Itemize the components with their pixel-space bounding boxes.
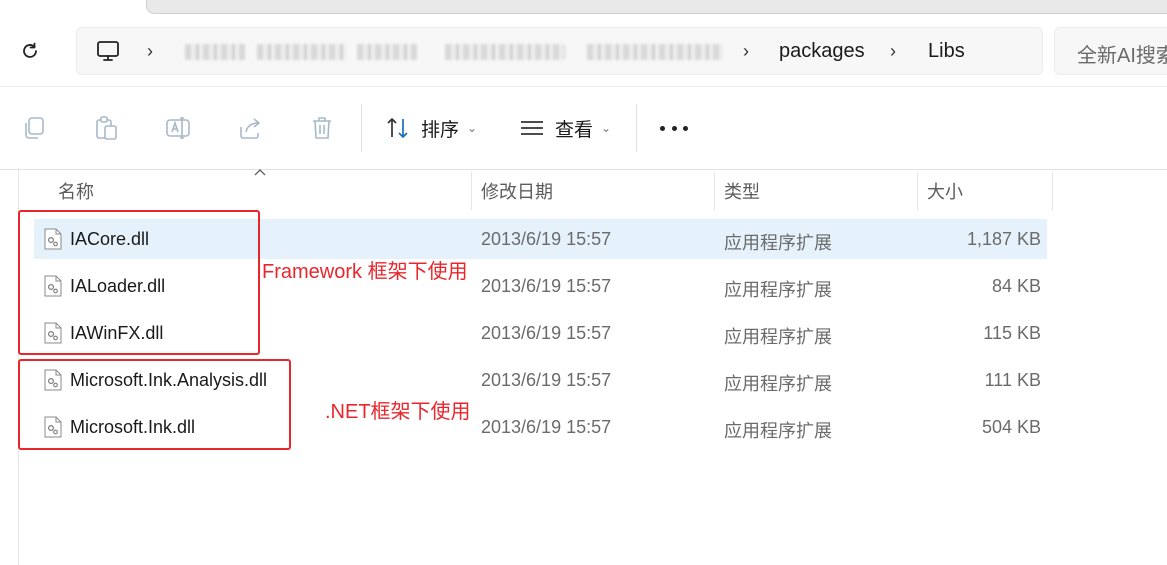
address-bar[interactable]: › › packages › Libs — [76, 27, 1043, 75]
redacted-path-segment — [587, 44, 723, 60]
chevron-down-icon: ⌄ — [467, 121, 478, 135]
annotation-box-dotnet — [18, 359, 291, 450]
column-divider[interactable] — [714, 172, 715, 210]
sort-label: 排序 — [421, 119, 460, 141]
breadcrumb-libs[interactable]: Libs — [928, 39, 965, 63]
file-type: 应用程序扩展 — [724, 233, 832, 253]
view-button[interactable]: 查看 ⌄ — [519, 113, 611, 143]
more-options-button[interactable] — [660, 126, 688, 132]
file-size: 84 KB — [991, 276, 1041, 296]
file-modified: 2013/6/19 15:57 — [481, 276, 612, 296]
column-divider[interactable] — [917, 172, 918, 210]
annotation-dotnet-note: .NET框架下使用 — [325, 401, 471, 423]
redacted-path-segment — [185, 44, 245, 60]
file-modified: 2013/6/19 15:57 — [481, 370, 612, 390]
redacted-path-segment — [445, 44, 565, 60]
address-row: › › packages › Libs 全新AI搜索 — [0, 14, 1167, 86]
file-type: 应用程序扩展 — [724, 421, 832, 441]
toolbar-separator — [636, 104, 637, 152]
this-pc-icon[interactable] — [95, 39, 121, 63]
share-icon[interactable] — [237, 115, 263, 141]
column-header-row: 名称 修改日期 类型 大小 — [0, 168, 1167, 210]
chevron-down-icon: ⌄ — [601, 121, 612, 135]
sort-button[interactable]: 排序 ⌄ — [385, 113, 477, 143]
file-modified: 2013/6/19 15:57 — [481, 323, 612, 343]
view-list-icon — [521, 121, 543, 135]
refresh-button[interactable] — [17, 38, 43, 64]
sort-ascending-icon — [254, 169, 266, 176]
more-dot-icon — [660, 126, 665, 131]
annotation-box-framework — [18, 210, 260, 355]
file-modified: 2013/6/19 15:57 — [481, 229, 612, 249]
file-size: 111 KB — [984, 370, 1041, 390]
annotation-framework-note: Framework 框架下使用 — [262, 261, 468, 283]
file-size: 1,187 KB — [966, 229, 1041, 249]
file-type: 应用程序扩展 — [724, 374, 832, 394]
breadcrumb-chevron-icon[interactable]: › — [147, 41, 161, 61]
rename-icon[interactable] — [165, 115, 191, 141]
more-dot-icon — [683, 126, 688, 131]
file-size: 504 KB — [981, 417, 1041, 437]
command-bar: 排序 ⌄ 查看 ⌄ — [0, 86, 1167, 170]
copy-icon[interactable] — [21, 115, 47, 141]
breadcrumb-chevron-icon[interactable]: › — [743, 41, 757, 61]
delete-icon[interactable] — [309, 115, 335, 141]
column-header-type[interactable]: 类型 — [724, 178, 760, 204]
column-divider[interactable] — [1052, 172, 1053, 210]
more-dot-icon — [671, 126, 677, 131]
paste-icon[interactable] — [93, 115, 119, 141]
column-header-size[interactable]: 大小 — [927, 178, 963, 204]
search-input[interactable]: 全新AI搜索 — [1054, 27, 1167, 75]
view-label: 查看 — [555, 119, 594, 141]
breadcrumb-chevron-icon[interactable]: › — [890, 41, 904, 61]
file-type: 应用程序扩展 — [724, 280, 832, 300]
column-header-modified[interactable]: 修改日期 — [481, 178, 553, 204]
column-header-name[interactable]: 名称 — [58, 178, 94, 204]
column-divider[interactable] — [471, 172, 472, 210]
file-modified: 2013/6/19 15:57 — [481, 417, 612, 437]
window-top-strip — [0, 0, 1167, 14]
refresh-icon — [23, 42, 37, 58]
tab-strip-edge — [146, 0, 1167, 14]
breadcrumb-packages[interactable]: packages — [779, 39, 865, 63]
search-placeholder: 全新AI搜索 — [1077, 45, 1167, 67]
sort-icon — [387, 118, 408, 138]
redacted-path-segment — [357, 44, 417, 60]
redacted-path-segment — [257, 44, 347, 60]
toolbar-separator — [361, 104, 362, 152]
file-size: 115 KB — [983, 323, 1041, 343]
file-type: 应用程序扩展 — [724, 327, 832, 347]
